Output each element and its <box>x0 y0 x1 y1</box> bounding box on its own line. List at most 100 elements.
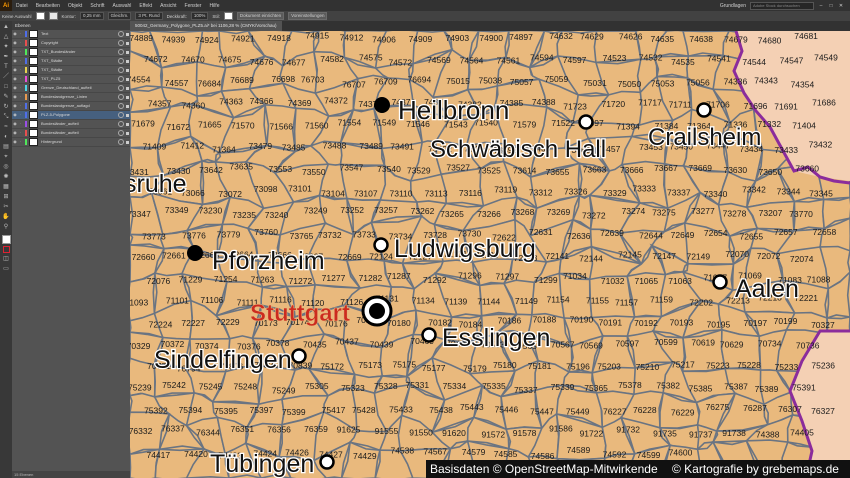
menu-item-ansicht[interactable]: Ansicht <box>160 3 176 9</box>
layer-target-icon[interactable] <box>118 112 124 118</box>
artboard-canvas[interactable]: 74889 74939 74924 74921 74918 74915 74912 74906… <box>130 31 850 478</box>
brush-tool-icon[interactable]: ✎ <box>2 93 10 101</box>
layer-row[interactable]: ◉ · Bundeslandgrenze_Linien <box>12 93 130 102</box>
draw-mode-icon[interactable]: ◫ <box>2 255 10 263</box>
layer-target-icon[interactable] <box>118 40 124 46</box>
layer-row[interactable]: ◉ · Bundeslandgrenze_auflagd <box>12 102 130 111</box>
menu-item-auswahl[interactable]: Auswahl <box>113 3 132 9</box>
menu-item-objekt[interactable]: Objekt <box>68 3 82 9</box>
maximize-button[interactable]: □ <box>828 3 834 9</box>
layer-row[interactable]: ◉ · Text <box>12 30 130 39</box>
fill-swatch[interactable] <box>35 12 45 20</box>
layer-target-icon[interactable] <box>118 103 124 109</box>
layer-row[interactable]: ◉ · Grenze_Deutschland_aufteil <box>12 84 130 93</box>
symbol-sprayer-tool-icon[interactable]: ✺ <box>2 173 10 181</box>
eyedropper-tool-icon[interactable]: ⌖ <box>2 153 10 161</box>
graph-tool-icon[interactable]: ▦ <box>2 183 10 191</box>
document-tab[interactable]: 50042_Germany_Polygone_PLZ5.ai* bei 1106… <box>130 21 282 31</box>
layer-selection-indicator[interactable] <box>126 104 129 108</box>
direct-selection-tool-icon[interactable]: △ <box>2 33 10 41</box>
lock-toggle-icon[interactable]: · <box>18 30 23 38</box>
layer-selection-indicator[interactable] <box>126 77 129 81</box>
lock-toggle-icon[interactable]: · <box>18 75 23 83</box>
slice-tool-icon[interactable]: ✂ <box>2 203 10 211</box>
layer-selection-indicator[interactable] <box>126 113 129 117</box>
minimize-button[interactable]: – <box>818 3 824 9</box>
menu-item-bearbeiten[interactable]: Bearbeiten <box>36 3 60 9</box>
layer-selection-indicator[interactable] <box>126 41 129 45</box>
layer-selection-indicator[interactable] <box>126 68 129 72</box>
stroke-color-icon[interactable] <box>2 246 10 253</box>
layer-row[interactable]: ◉ · TXT_Städte <box>12 57 130 66</box>
layer-target-icon[interactable] <box>118 58 124 64</box>
lock-toggle-icon[interactable]: · <box>18 129 23 137</box>
lock-toggle-icon[interactable]: · <box>18 120 23 128</box>
layer-selection-indicator[interactable] <box>126 140 129 144</box>
layer-row[interactable]: ◉ · Hintergrund <box>12 138 130 147</box>
layer-target-icon[interactable] <box>118 130 124 136</box>
layer-selection-indicator[interactable] <box>126 131 129 135</box>
line-tool-icon[interactable]: ／ <box>2 73 10 81</box>
lock-toggle-icon[interactable]: · <box>18 93 23 101</box>
layer-selection-indicator[interactable] <box>126 59 129 63</box>
layer-row[interactable]: ◉ · TXT_PLZ5 <box>12 75 130 84</box>
lock-toggle-icon[interactable]: · <box>18 84 23 92</box>
stock-search-input[interactable]: Adobe Stock durchsuchen <box>750 1 814 10</box>
menu-item-fenster[interactable]: Fenster <box>185 3 202 9</box>
screen-mode-icon[interactable]: ▭ <box>2 265 10 273</box>
scale-tool-icon[interactable]: ⤡ <box>2 113 10 121</box>
pen-tool-icon[interactable]: ✒ <box>2 53 10 61</box>
rotate-tool-icon[interactable]: ↻ <box>2 103 10 111</box>
layer-target-icon[interactable] <box>118 76 124 82</box>
stroke-swatch[interactable] <box>48 12 58 20</box>
brush-select[interactable]: 3 Pt. Rund <box>135 12 163 20</box>
layer-target-icon[interactable] <box>118 139 124 145</box>
layer-selection-indicator[interactable] <box>126 50 129 54</box>
workspace-switcher[interactable]: Grundlagen <box>720 3 746 9</box>
lock-toggle-icon[interactable]: · <box>18 66 23 74</box>
layer-target-icon[interactable] <box>118 31 124 37</box>
layer-selection-indicator[interactable] <box>126 122 129 126</box>
opacity-field[interactable]: 100% <box>190 12 209 20</box>
rectangle-tool-icon[interactable]: □ <box>2 83 10 91</box>
warp-tool-icon[interactable]: ≈ <box>2 123 10 131</box>
document-setup-button[interactable]: Dokument einrichten <box>236 12 285 20</box>
close-button[interactable]: ✕ <box>838 3 844 9</box>
stroke-weight-field[interactable]: 0,25 mm <box>80 12 104 20</box>
lock-toggle-icon[interactable]: · <box>18 39 23 47</box>
layer-row[interactable]: ◉ · TXT_Städte <box>12 66 130 75</box>
layer-selection-indicator[interactable] <box>126 95 129 99</box>
lock-toggle-icon[interactable]: · <box>18 111 23 119</box>
layer-selection-indicator[interactable] <box>126 32 129 36</box>
layer-row[interactable]: ◉ · TXT_Bundesländer <box>12 48 130 57</box>
lock-toggle-icon[interactable]: · <box>18 102 23 110</box>
layer-row[interactable]: ◉ · Copyright <box>12 39 130 48</box>
shape-builder-tool-icon[interactable]: ◐ <box>2 133 10 141</box>
artboard-tool-icon[interactable]: ⊞ <box>2 193 10 201</box>
blend-tool-icon[interactable]: ◎ <box>2 163 10 171</box>
magic-wand-tool-icon[interactable]: ✦ <box>2 43 10 51</box>
zoom-tool-icon[interactable]: ⚲ <box>2 223 10 231</box>
type-tool-icon[interactable]: T <box>2 63 10 71</box>
layer-target-icon[interactable] <box>118 67 124 73</box>
selection-tool-icon[interactable]: ▲ <box>2 23 10 31</box>
layer-row[interactable]: ◉ · Bundesländer_aufteil <box>12 120 130 129</box>
menu-item-hilfe[interactable]: Hilfe <box>209 3 219 9</box>
layer-target-icon[interactable] <box>118 49 124 55</box>
menu-item-effekt[interactable]: Effekt <box>139 3 152 9</box>
graphic-style-swatch[interactable] <box>223 12 233 20</box>
lock-toggle-icon[interactable]: · <box>18 57 23 65</box>
gradient-tool-icon[interactable]: ▤ <box>2 143 10 151</box>
layer-target-icon[interactable] <box>118 121 124 127</box>
menu-item-schrift[interactable]: Schrift <box>90 3 104 9</box>
layer-row[interactable]: ◉ · PLZ-5-Polygone <box>12 111 130 120</box>
hand-tool-icon[interactable]: ✋ <box>2 213 10 221</box>
layer-target-icon[interactable] <box>118 94 124 100</box>
lock-toggle-icon[interactable]: · <box>18 138 23 146</box>
layer-selection-indicator[interactable] <box>126 86 129 90</box>
fill-color-icon[interactable] <box>1 235 11 244</box>
layer-row[interactable]: ◉ · Bundesländer_aufteil <box>12 129 130 138</box>
preferences-button[interactable]: Voreinstellungen <box>288 12 328 20</box>
stroke-profile-select[interactable]: Gleichm. <box>107 12 132 20</box>
menu-item-datei[interactable]: Datei <box>16 3 28 9</box>
